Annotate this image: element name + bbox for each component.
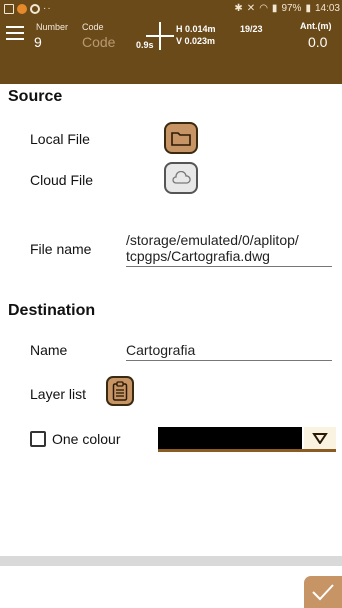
clipboard-list-icon [112,381,128,401]
local-file-button[interactable] [164,122,198,154]
status-bar-notifications: ·· [4,3,52,14]
status-bar: ·· ✱ ✕ ◠ ▮ 97% ▮ 14:03 [0,0,342,18]
bluetooth-icon: ✱ [234,3,243,14]
cloud-icon [172,171,191,184]
cloud-file-label: Cloud File [30,172,94,188]
h-precision: H 0.014m [176,24,216,34]
status-bar-system: ✱ ✕ ◠ ▮ 97% ▮ 14:03 [234,3,340,14]
number-label: Number [36,22,69,32]
number-value: 9 [34,34,42,50]
signal-icon: ▮ [271,3,278,14]
selected-colour-swatch [158,427,302,449]
file-name-line-2: tcpgps/Cartografia.dwg [126,248,270,264]
menu-icon[interactable] [6,26,24,40]
colour-dropdown[interactable] [158,427,336,452]
gallery-icon [4,3,14,14]
clock: 14:03 [314,3,340,14]
satellite-count: 19/23 [240,24,263,34]
sync-icon [30,3,40,14]
name-label: Name [30,342,68,358]
code-value[interactable]: Code [82,34,115,50]
code-label: Code [82,22,104,32]
source-section-title: Source [8,88,63,105]
gps-timer: 0.9s [136,40,154,50]
v-precision: V 0.023m [176,36,216,46]
name-field[interactable]: Cartografia [126,342,332,361]
dropdown-underline [158,449,336,452]
wifi-icon: ◠ [259,3,268,14]
checkmark-icon [312,584,334,601]
antenna-value[interactable]: 0.0 [308,34,327,50]
one-colour-label: One colour [52,431,121,447]
antenna-label: Ant.(m) [300,21,332,31]
dropdown-arrow-icon [304,427,336,449]
app-bar: Number 9 Code Code 0.9s H 0.014m 19/23 V… [0,18,342,84]
file-name-field[interactable]: /storage/emulated/0/aplitop/ tcpgps/Cart… [126,232,332,267]
battery-percent: 97% [281,3,302,14]
file-name-label: File name [30,241,92,257]
name-value: Cartografia [126,342,196,358]
mute-icon: ✕ [246,3,256,14]
destination-section-title: Destination [8,302,96,319]
layer-list-button[interactable] [106,376,134,406]
more-notifications-icon: ·· [43,3,52,14]
confirm-button[interactable] [304,576,342,608]
one-colour-checkbox[interactable] [30,431,46,447]
local-file-label: Local File [30,131,90,147]
notification-app-icon [17,3,27,14]
cloud-file-button[interactable] [164,162,198,194]
bottom-divider [0,556,342,566]
layer-list-label: Layer list [30,386,87,402]
file-name-line-1: /storage/emulated/0/aplitop/ [126,232,299,248]
battery-icon: ▮ [305,3,311,14]
folder-icon [171,132,191,146]
